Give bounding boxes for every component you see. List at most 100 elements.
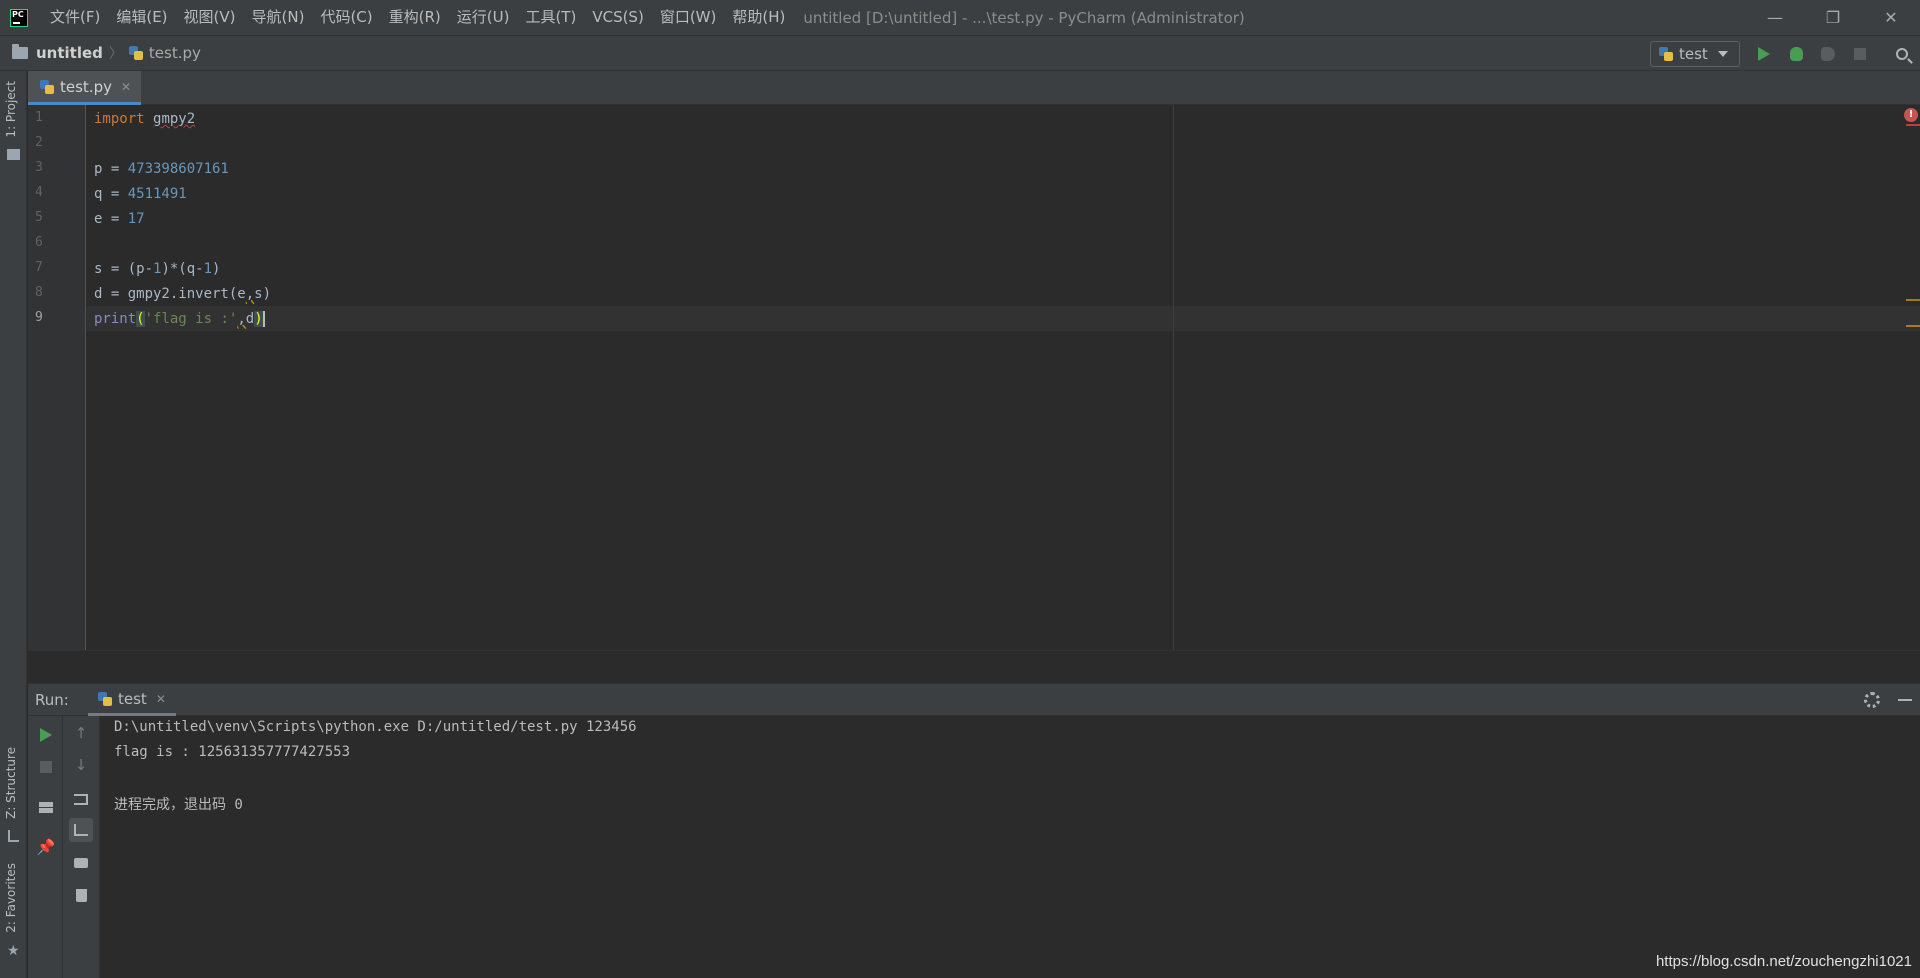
console-line: 进程完成，退出码 0 (114, 797, 243, 813)
run-panel-title: Run: (35, 690, 69, 709)
tab-label: test.py (60, 77, 112, 96)
coverage-icon (1821, 47, 1835, 61)
arrow-up-icon: ↑ (74, 724, 88, 742)
menu-help[interactable]: 帮助(H) (724, 0, 793, 35)
code-line-8: d = gmpy2.invert(e,s) (94, 283, 271, 305)
menu-view[interactable]: 视图(V) (176, 0, 244, 35)
debug-button[interactable] (1787, 45, 1805, 63)
editor-gutter: 1 2 3 4 5 6 7 8 9 (28, 105, 86, 650)
run-configuration-select[interactable]: test (1650, 41, 1740, 67)
editor-tab-bar: test.py ✕ (28, 71, 1920, 105)
gear-icon[interactable] (1864, 692, 1880, 708)
close-tab-icon[interactable]: ✕ (121, 80, 131, 94)
menu-tools[interactable]: 工具(T) (517, 0, 584, 35)
close-run-tab-icon[interactable]: ✕ (156, 692, 166, 706)
navigation-bar: untitled 〉 test.py test (0, 35, 1920, 71)
menu-file[interactable]: 文件(F) (42, 0, 108, 35)
pin-tab-button[interactable]: 📌 (37, 838, 56, 856)
window-controls: — ❐ ✕ (1746, 0, 1920, 35)
code-line-4: q = 4511491 (94, 183, 187, 205)
printer-icon (74, 858, 88, 868)
restore-layout-button[interactable] (37, 798, 55, 816)
run-panel-header: Run: test ✕ (28, 683, 1920, 716)
warning-stripe-mark[interactable] (1906, 299, 1920, 301)
run-button[interactable] (1755, 45, 1773, 63)
error-stripe-mark[interactable] (1906, 124, 1920, 126)
line-number: 8 (35, 285, 43, 300)
code-line-7: s = (p-1)*(q-1) (94, 258, 220, 280)
run-console[interactable]: D:\untitled\venv\Scripts\python.exe D:/u… (101, 716, 1920, 978)
scroll-to-end-button[interactable] (69, 818, 93, 842)
string-literal: 'flag is :' (144, 311, 238, 327)
number-literal: 1 (203, 261, 213, 277)
editor-bottom-area (28, 650, 1920, 683)
arrow-down-icon: ↓ (74, 756, 88, 774)
run-tab-test[interactable]: test ✕ (88, 684, 176, 716)
pycharm-logo-icon[interactable] (10, 8, 28, 27)
clear-all-button[interactable] (72, 886, 90, 904)
run-icon (1758, 47, 1770, 61)
minimize-window-button[interactable]: — (1746, 0, 1804, 35)
current-line-highlight (87, 306, 1920, 331)
code-editor[interactable]: import gmpy2 p = 473398607161 q = 451149… (87, 105, 1920, 650)
error-indicator-icon[interactable]: ! (1904, 108, 1918, 122)
chevron-down-icon (1717, 51, 1728, 57)
favorites-tool-tab[interactable]: 2: Favorites (4, 863, 18, 933)
stop-run-button[interactable] (37, 758, 55, 776)
menu-window[interactable]: 窗口(W) (652, 0, 725, 35)
code-text: p = (94, 161, 128, 177)
matched-paren: ) (254, 311, 263, 327)
unresolved-module: gmpy2 (153, 111, 196, 127)
stop-button[interactable] (1851, 45, 1869, 63)
code-text: d = gmpy2.invert(e (94, 286, 246, 302)
line-number: 5 (35, 210, 43, 225)
title-bar: 文件(F) 编辑(E) 视图(V) 导航(N) 代码(C) 重构(R) 运行(U… (0, 0, 1920, 35)
stop-icon (1854, 48, 1866, 60)
print-button[interactable] (72, 854, 90, 872)
bug-icon (1789, 47, 1803, 61)
run-with-coverage-button[interactable] (1819, 45, 1837, 63)
tab-test-py[interactable]: test.py ✕ (28, 71, 141, 105)
watermark-text: https://blog.csdn.net/zouchengzhi1021 (1655, 953, 1912, 970)
up-stack-frame-button[interactable]: ↑ (72, 724, 90, 742)
matched-paren: ( (136, 311, 145, 327)
line-number: 2 (35, 135, 43, 150)
line-number: 6 (35, 235, 43, 250)
search-icon (1896, 48, 1908, 60)
menu-navigate[interactable]: 导航(N) (244, 0, 313, 35)
menu-edit[interactable]: 编辑(E) (108, 0, 175, 35)
soft-wrap-button[interactable] (72, 790, 90, 808)
line-number: 1 (35, 110, 43, 125)
star-icon: ★ (7, 943, 20, 959)
warning-stripe-mark[interactable] (1906, 325, 1920, 327)
menu-vcs[interactable]: VCS(S) (584, 0, 651, 35)
code-line-5: e = 17 (94, 208, 145, 230)
menu-refactor[interactable]: 重构(R) (381, 0, 449, 35)
close-window-button[interactable]: ✕ (1862, 0, 1920, 35)
menu-code[interactable]: 代码(C) (312, 0, 380, 35)
line-number-active: 9 (35, 310, 43, 325)
restore-window-button[interactable]: ❐ (1804, 0, 1862, 35)
code-text: s) (254, 286, 272, 302)
console-line: flag is : 125631357777427553 (114, 744, 351, 760)
number-literal: 473398607161 (127, 161, 229, 177)
text-caret (262, 311, 265, 327)
code-text: q = (94, 186, 128, 202)
trash-icon (75, 888, 87, 902)
down-stack-frame-button[interactable]: ↓ (72, 756, 90, 774)
run-toolbar-primary: 📌 (28, 716, 63, 978)
keyword: import (94, 111, 145, 127)
rerun-button[interactable] (37, 726, 55, 744)
layout-icon (39, 801, 53, 813)
code-text: e = (94, 211, 128, 227)
breadcrumb-project[interactable]: untitled (36, 44, 103, 62)
right-margin-guide (1173, 105, 1174, 650)
hide-panel-icon[interactable] (1898, 699, 1912, 701)
structure-icon (8, 830, 19, 842)
project-tool-tab[interactable]: 1: Project (4, 81, 18, 138)
structure-tool-tab[interactable]: Z: Structure (4, 747, 18, 819)
breadcrumb-file[interactable]: test.py (149, 44, 201, 62)
menu-run[interactable]: 运行(U) (449, 0, 518, 35)
code-line-3: p = 473398607161 (94, 158, 229, 180)
search-everywhere-button[interactable] (1893, 45, 1911, 63)
